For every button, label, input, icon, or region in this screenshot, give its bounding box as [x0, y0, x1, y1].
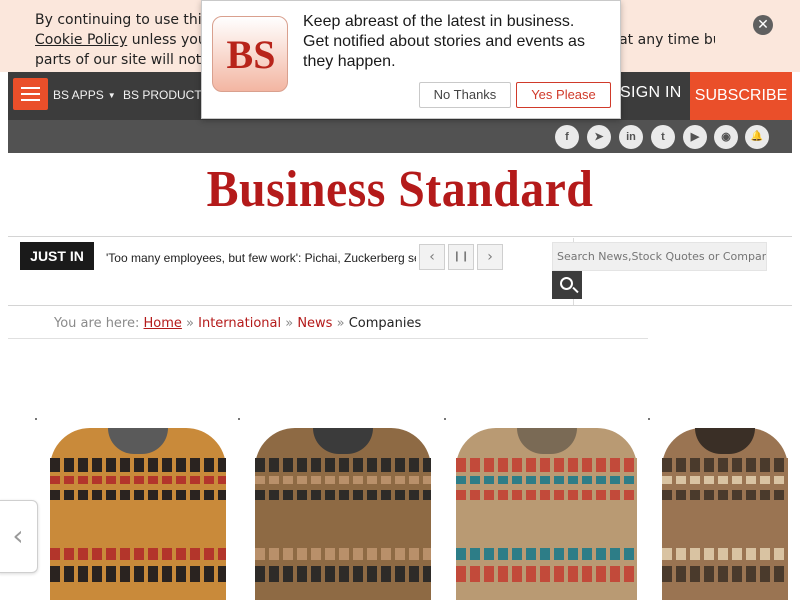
- shirt-pattern-band: [662, 458, 788, 472]
- breadcrumb-prefix: You are here:: [54, 316, 144, 331]
- caret-down-icon: ▼: [107, 91, 116, 101]
- shirt-pattern-band: [50, 490, 226, 500]
- shirt-collar: [695, 428, 755, 454]
- breadcrumb-separator: »: [332, 316, 349, 331]
- page: By continuing to use this site you conse…: [0, 0, 800, 600]
- twitter-icon[interactable]: t: [651, 125, 675, 149]
- facebook-icon[interactable]: f: [555, 125, 579, 149]
- shirt-pattern-band: [50, 548, 226, 560]
- cookie-policy-link[interactable]: Cookie Policy: [35, 32, 127, 48]
- breadcrumb-home[interactable]: Home: [144, 316, 182, 331]
- ad-shirt-aztec[interactable]: [243, 420, 443, 600]
- close-icon[interactable]: ✕: [753, 15, 773, 35]
- ad-marker: [35, 418, 37, 420]
- shirt-pattern-band: [456, 458, 637, 472]
- carousel-prev-button[interactable]: ‹: [0, 500, 38, 573]
- shirt-collar: [313, 428, 373, 454]
- ad-shirt-antelope[interactable]: [38, 420, 238, 600]
- shirt-pattern-band: [456, 566, 637, 582]
- ticker-headline[interactable]: 'Too many employees, but few work': Pich…: [106, 251, 416, 265]
- divider: [8, 236, 792, 237]
- search-button[interactable]: [552, 271, 582, 299]
- notification-popup: BS Keep abreast of the latest in busines…: [201, 0, 621, 119]
- search-icon: [560, 277, 573, 290]
- shirt-pattern-band: [456, 490, 637, 500]
- shirt-pattern-band: [662, 548, 788, 560]
- rss-icon[interactable]: ◉: [714, 125, 738, 149]
- chevron-left-icon[interactable]: ‹: [419, 244, 445, 270]
- shirt-pattern-band: [50, 476, 226, 484]
- breadcrumb-news[interactable]: News: [297, 316, 332, 331]
- sign-in-link[interactable]: SIGN IN: [620, 84, 682, 102]
- bs-logo-text: BS: [226, 32, 276, 77]
- yes-please-button[interactable]: Yes Please: [516, 82, 611, 108]
- breadcrumb-separator: »: [181, 316, 199, 331]
- shirt-pattern-band: [662, 476, 788, 484]
- shirt-pattern-band: [255, 458, 431, 472]
- chevron-right-icon[interactable]: ›: [477, 244, 503, 270]
- bs-apps-label: BS APPS: [53, 88, 104, 102]
- shirt-pattern-band: [255, 490, 431, 500]
- search-icon-handle: [572, 286, 579, 294]
- breadcrumb-current: Companies: [348, 316, 422, 331]
- bs-products-menu[interactable]: BS PRODUCTS: [123, 88, 210, 102]
- shirt-pattern-band: [50, 458, 226, 472]
- breadcrumb-international[interactable]: International: [198, 316, 281, 331]
- ad-shirt-geometric[interactable]: [444, 420, 649, 600]
- ad-marker: [238, 418, 240, 420]
- shirt-collar: [516, 428, 577, 454]
- just-in-label: JUST IN: [20, 242, 94, 270]
- shirt-pattern-band: [456, 548, 637, 560]
- bs-products-label: BS PRODUCTS: [123, 88, 210, 102]
- shirt-pattern-band: [255, 566, 431, 582]
- no-thanks-button[interactable]: No Thanks: [419, 82, 511, 108]
- shirt-pattern-band: [662, 490, 788, 500]
- social-bar: f ➤ in t ▶ ◉ 🔔: [8, 120, 792, 153]
- hamburger-icon[interactable]: [13, 78, 48, 110]
- shirt-body: [50, 428, 226, 600]
- shirt-body: [255, 428, 431, 600]
- shirt-pattern-band: [255, 548, 431, 560]
- ad-shirt-buffalo[interactable]: [650, 420, 800, 600]
- divider: [8, 338, 648, 339]
- bs-logo-icon: BS: [212, 16, 288, 92]
- shirt-pattern-band: [50, 566, 226, 582]
- shirt-pattern-band: [662, 566, 788, 582]
- bs-apps-menu[interactable]: BS APPS ▼: [53, 88, 116, 102]
- breadcrumb: You are here: Home » International » New…: [54, 316, 421, 331]
- shirt-body: [662, 428, 788, 600]
- youtube-icon[interactable]: ▶: [683, 125, 707, 149]
- shirt-pattern-band: [456, 476, 637, 484]
- shirt-collar: [108, 428, 168, 454]
- telegram-icon[interactable]: ➤: [587, 125, 611, 149]
- divider: [8, 305, 792, 306]
- subscribe-button[interactable]: SUBSCRIBE: [690, 72, 792, 120]
- popup-message: Keep abreast of the latest in business. …: [303, 13, 585, 70]
- breadcrumb-separator: »: [281, 316, 298, 331]
- shirt-body: [456, 428, 637, 600]
- site-logo[interactable]: Business Standard: [32, 160, 768, 219]
- pause-icon[interactable]: ❙❙: [448, 244, 474, 270]
- search-input[interactable]: [552, 242, 767, 271]
- linkedin-icon[interactable]: in: [619, 125, 643, 149]
- notification-bell-icon[interactable]: 🔔: [745, 125, 769, 149]
- shirt-pattern-band: [255, 476, 431, 484]
